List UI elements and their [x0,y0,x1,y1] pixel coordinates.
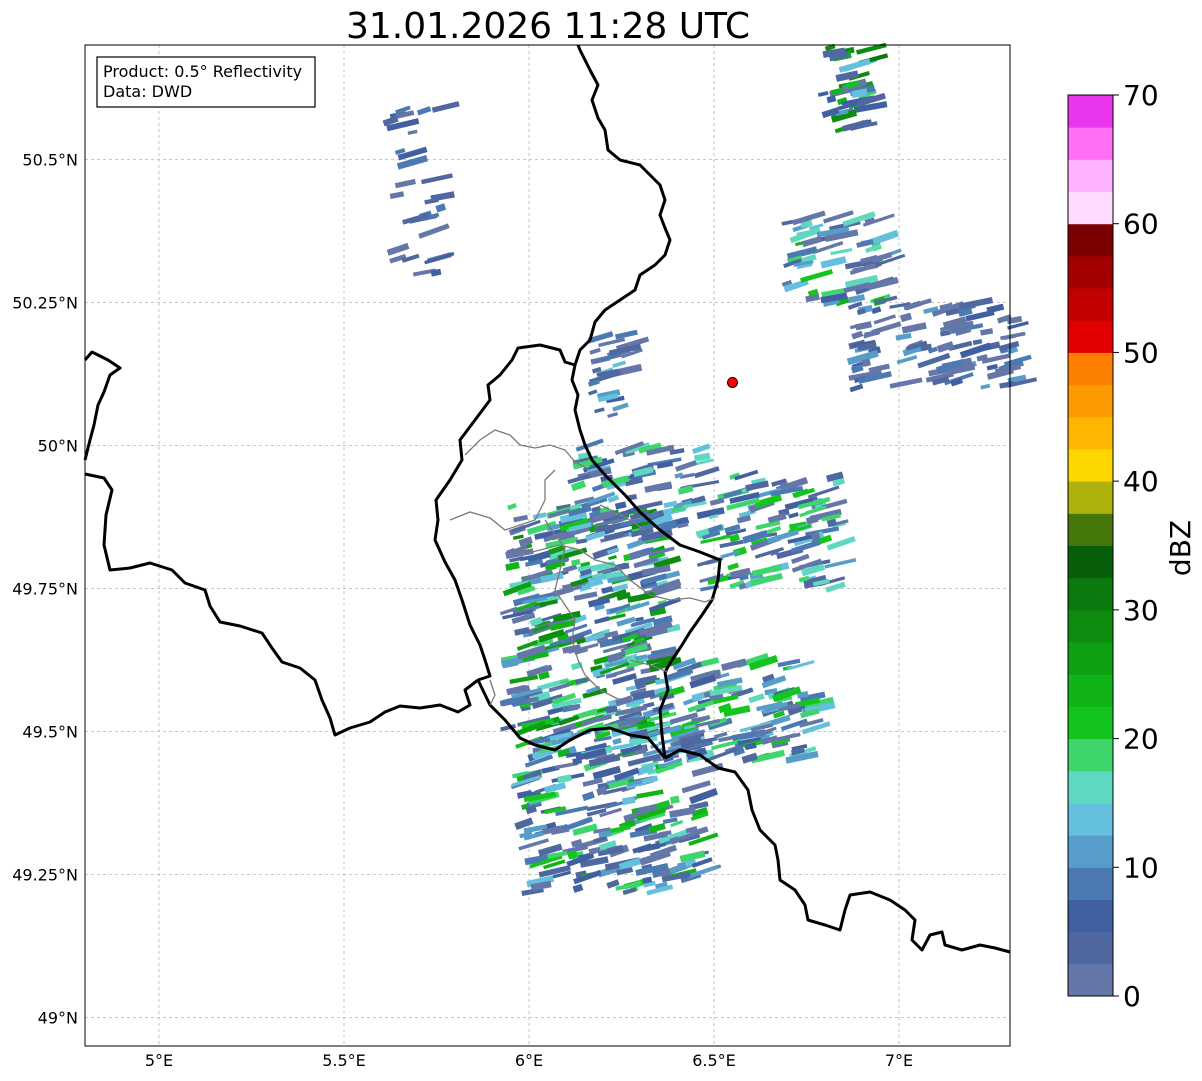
colorbar-segment [1068,288,1113,321]
info-data-source: Data: DWD [103,82,192,101]
colorbar-segment [1068,899,1113,933]
map-area [83,42,1038,1047]
colorbar-segment [1068,448,1113,482]
colorbar-segment [1068,191,1113,225]
colorbar-tick-label: 60 [1123,208,1159,241]
lon-tick-label: 5°E [145,1051,173,1070]
lat-tick-label: 50.5°N [22,150,78,169]
colorbar-segment [1068,223,1113,257]
colorbar-segment [1068,352,1113,386]
lon-tick-label: 6°E [515,1051,543,1070]
colorbar-tick-label: 30 [1123,594,1159,627]
colorbar-segment [1068,384,1113,418]
radar-map: 31.01.2026 11:28 UTC 5°E 5.5°E 6°E 6.5°E… [12,6,1197,1070]
colorbar-segment [1068,545,1113,579]
colorbar-segment [1068,931,1113,965]
longitude-labels: 5°E 5.5°E 6°E 6.5°E 7°E [145,1051,913,1070]
lat-tick-label: 49.5°N [22,722,78,741]
colorbar-segment [1068,320,1113,353]
lat-tick-label: 49.25°N [12,865,78,884]
lat-tick-label: 49.75°N [12,579,78,598]
colorbar-tick-label: 10 [1123,851,1159,884]
colorbar-tick-label: 20 [1123,723,1159,756]
colorbar-segment [1068,674,1113,707]
colorbar-segment [1068,802,1113,836]
colorbar-ticks: 0 10 20 30 40 50 60 70 [1113,79,1159,1013]
radar-site-marker [727,376,738,388]
lat-tick-label: 50.25°N [12,293,78,312]
colorbar-segment [1068,513,1113,546]
info-product: Product: 0.5° Reflectivity [103,62,302,81]
colorbar-segment [1068,577,1113,611]
colorbar-tick-label: 0 [1123,980,1141,1013]
colorbar-segment [1068,835,1113,868]
colorbar-tick-label: 40 [1123,465,1159,498]
colorbar-segment [1068,481,1113,514]
lon-tick-label: 6.5°E [692,1051,736,1070]
info-box: Product: 0.5° Reflectivity Data: DWD [96,56,316,108]
colorbar-segment [1068,609,1113,643]
lat-tick-label: 49°N [38,1008,78,1027]
colorbar-segment [1068,159,1113,193]
colorbar-segment [1068,95,1113,128]
lat-tick-label: 50°N [38,436,78,455]
colorbar-segment [1068,416,1113,450]
lon-tick-label: 7°E [885,1051,913,1070]
colorbar-segment [1068,127,1113,160]
colorbar-tick-label: 50 [1123,336,1159,369]
colorbar-segment [1068,867,1113,900]
colorbar-segment [1068,706,1113,740]
colorbar-segment [1068,255,1113,289]
colorbar-label: dBZ [1164,520,1197,576]
colorbar-tick-label: 70 [1123,79,1159,112]
colorbar-segment [1068,642,1113,675]
colorbar-segment [1068,963,1113,997]
map-title: 31.01.2026 11:28 UTC [346,6,750,47]
lon-tick-label: 5.5°E [322,1051,366,1070]
latitude-labels: 49°N 49.25°N 49.5°N 49.75°N 50°N 50.25°N 50.5°… [12,150,78,1027]
colorbar [1068,95,1113,997]
colorbar-segment [1068,738,1113,772]
colorbar-segment [1068,770,1113,804]
